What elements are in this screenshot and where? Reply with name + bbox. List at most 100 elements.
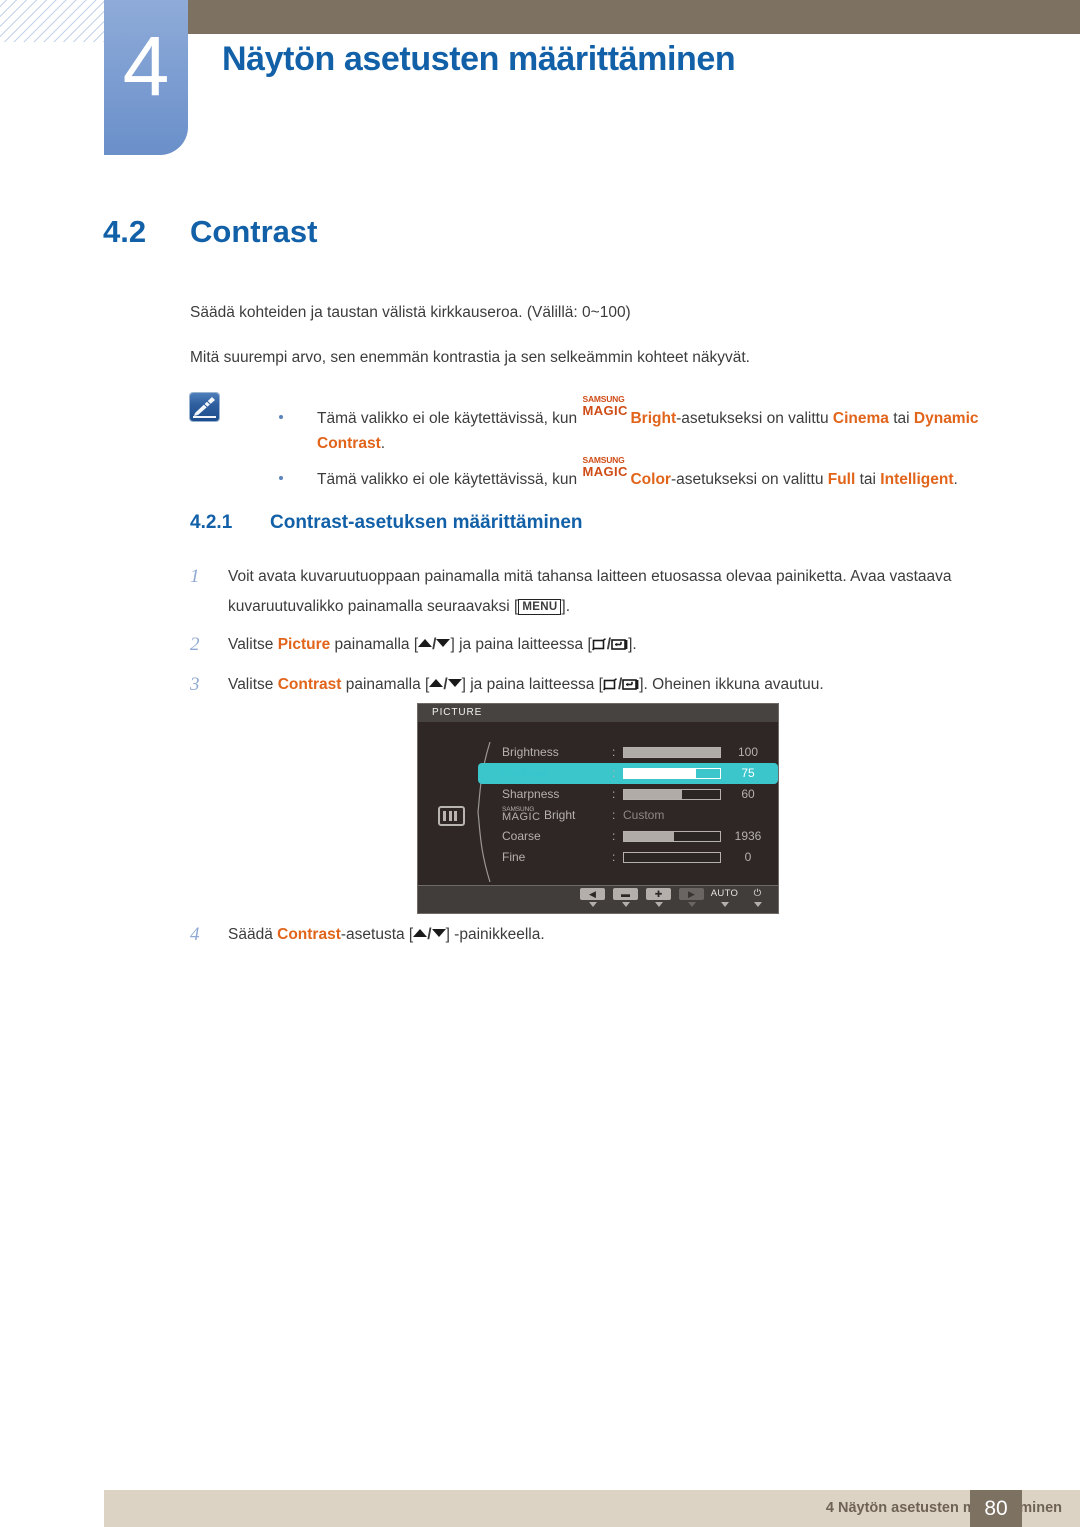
note-item: Tämä valikko ei ole käytettävissä, kun S… xyxy=(279,394,1049,456)
osd-colon: : xyxy=(612,787,616,801)
osd-colon: : xyxy=(612,766,616,780)
section-title: Contrast xyxy=(190,214,318,249)
step-highlight: Picture xyxy=(277,636,331,653)
intro-paragraph-2: Mitä suurempi arvo, sen enemmän kontrast… xyxy=(190,349,750,366)
osd-colon: : xyxy=(612,829,616,843)
step-text-end: ]. Oheinen ikkuna avautuu. xyxy=(639,676,824,693)
osd-value: 75 xyxy=(741,766,755,780)
note-text-mid: -asetukseksi on valittu xyxy=(670,470,828,488)
osd-slider[interactable] xyxy=(623,747,721,758)
intro-paragraph-1: Säädä kohteiden ja taustan välistä kirkk… xyxy=(190,304,631,321)
samsung-magic-logo: SAMSUNG MAGIC xyxy=(582,394,628,418)
enter-key-icon xyxy=(622,672,639,702)
note-option-2: Intelligent xyxy=(880,470,954,488)
osd-label: Brightness xyxy=(502,745,559,759)
note-end: . xyxy=(953,470,958,488)
osd-label: Coarse xyxy=(502,829,541,843)
step-list: 1 Voit avata kuvaruutuoppaan painamalla … xyxy=(190,562,1000,710)
step-number: 2 xyxy=(190,634,200,655)
step-highlight: Contrast xyxy=(277,926,341,943)
note-option-1: Cinema xyxy=(832,409,889,427)
step-item: 1 Voit avata kuvaruutuoppaan painamalla … xyxy=(190,562,1000,622)
step-text: Voit avata kuvaruutuoppaan painamalla mi… xyxy=(228,568,952,615)
chapter-number-badge: 4 xyxy=(104,0,188,155)
step-text: Säädä xyxy=(228,926,278,943)
subsection-heading: 4.2.1 Contrast-asetuksen määrittäminen xyxy=(190,512,583,534)
osd-value: 1936 xyxy=(734,829,762,843)
osd-rows: Brightness : 100 Contrast : 75 Sharpness… xyxy=(478,742,778,868)
osd-row-brightness[interactable]: Brightness : 100 xyxy=(478,742,778,763)
down-arrow-icon xyxy=(447,679,462,687)
step-text: Valitse xyxy=(228,636,278,653)
note-list: Tämä valikko ei ole käytettävissä, kun S… xyxy=(239,394,1049,503)
osd-colon: : xyxy=(612,850,616,864)
step-text: -asetusta [ xyxy=(340,926,414,943)
osd-value: 0 xyxy=(744,850,752,864)
step-number: 3 xyxy=(190,674,200,695)
bullet-icon xyxy=(279,475,283,480)
left-arrow-key[interactable]: ◀ xyxy=(580,888,605,907)
down-arrow-icon xyxy=(436,639,451,647)
osd-value: 100 xyxy=(737,745,759,759)
auto-key[interactable]: AUTO xyxy=(711,888,738,907)
step-text: painamalla [ xyxy=(341,676,430,693)
key-down-indicator xyxy=(753,902,762,907)
up-arrow-icon xyxy=(413,929,428,937)
plus-key[interactable]: ✚ xyxy=(646,888,671,907)
osd-row-magicbright[interactable]: SAMSUNG MAGIC Bright : Custom xyxy=(478,805,778,826)
step-item: 4 Säädä Contrast-asetusta [/] -painikkee… xyxy=(190,920,1000,950)
samsung-magic-logo: SAMSUNG MAGIC xyxy=(582,455,628,479)
right-arrow-key[interactable]: ▶ xyxy=(679,888,704,907)
step-text: ] ja paina laitteessa [ xyxy=(461,676,603,693)
note-pencil-icon xyxy=(190,393,219,421)
section-heading: 4.2 Contrast xyxy=(103,214,317,250)
osd-slider[interactable] xyxy=(623,852,721,863)
step-item: 3 Valitse Contrast painamalla [/] ja pai… xyxy=(190,670,1000,702)
note-conj: tai xyxy=(855,470,881,488)
note-text-pre: Tämä valikko ei ole käytettävissä, kun xyxy=(317,409,582,427)
chapter-title: Näytön asetusten määrittäminen xyxy=(222,40,736,78)
magic-suffix: Bright xyxy=(630,409,677,427)
key-down-indicator xyxy=(654,902,663,907)
osd-colon: : xyxy=(612,745,616,759)
step-text: painamalla [ xyxy=(330,636,419,653)
note-end: . xyxy=(380,434,386,452)
osd-slider[interactable] xyxy=(623,789,721,800)
note-text-pre: Tämä valikko ei ole käytettävissä, kun xyxy=(317,470,582,488)
key-down-indicator xyxy=(720,902,729,907)
osd-label: Fine xyxy=(502,850,526,864)
minus-key[interactable]: ▬ xyxy=(613,888,638,907)
step-text: ] ja paina laitteessa [ xyxy=(450,636,592,653)
osd-row-fine[interactable]: Fine : 0 xyxy=(478,847,778,868)
osd-picture-menu: PICTURE Brightness : 100 Contrast : 75 S… xyxy=(417,703,779,914)
osd-title: PICTURE xyxy=(418,704,778,722)
osd-key-hints: ◀ ▬ ✚ ▶ AUTO ⏻ xyxy=(580,888,770,907)
menu-key-glyph: MENU xyxy=(518,599,562,615)
enter-key-icon xyxy=(611,632,628,662)
subsection-number: 4.2.1 xyxy=(190,512,233,533)
step-number: 1 xyxy=(190,566,200,587)
page-footer-bar: 4 Näytön asetusten määrittäminen xyxy=(104,1490,1080,1527)
footer-chapter-label: 4 Näytön asetusten määrittäminen xyxy=(825,1500,1062,1516)
page-number-badge: 80 xyxy=(970,1490,1022,1527)
source-key-icon xyxy=(602,672,618,702)
osd-footer-bar: ◀ ▬ ✚ ▶ AUTO ⏻ xyxy=(418,885,778,913)
key-down-indicator xyxy=(687,902,696,907)
osd-row-coarse[interactable]: Coarse : 1936 xyxy=(478,826,778,847)
note-item: Tämä valikko ei ole käytettävissä, kun S… xyxy=(279,455,1049,492)
osd-label: Sharpness xyxy=(502,787,560,801)
note-option-1: Full xyxy=(827,470,856,488)
osd-row-sharpness[interactable]: Sharpness : 60 xyxy=(478,784,778,805)
osd-row-contrast[interactable]: Contrast : 75 xyxy=(478,763,778,784)
up-arrow-icon xyxy=(418,639,433,647)
step-item: 2 Valitse Picture painamalla [/] ja pain… xyxy=(190,630,1000,662)
section-number: 4.2 xyxy=(103,214,147,249)
osd-slider[interactable] xyxy=(623,768,721,779)
power-key[interactable]: ⏻ xyxy=(745,888,770,907)
subsection-title: Contrast-asetuksen määrittäminen xyxy=(270,512,583,533)
up-arrow-icon xyxy=(429,679,444,687)
key-down-indicator xyxy=(621,902,630,907)
osd-slider[interactable] xyxy=(623,831,721,842)
header-brown-bar xyxy=(104,0,1080,34)
osd-label: Contrast xyxy=(502,766,548,780)
